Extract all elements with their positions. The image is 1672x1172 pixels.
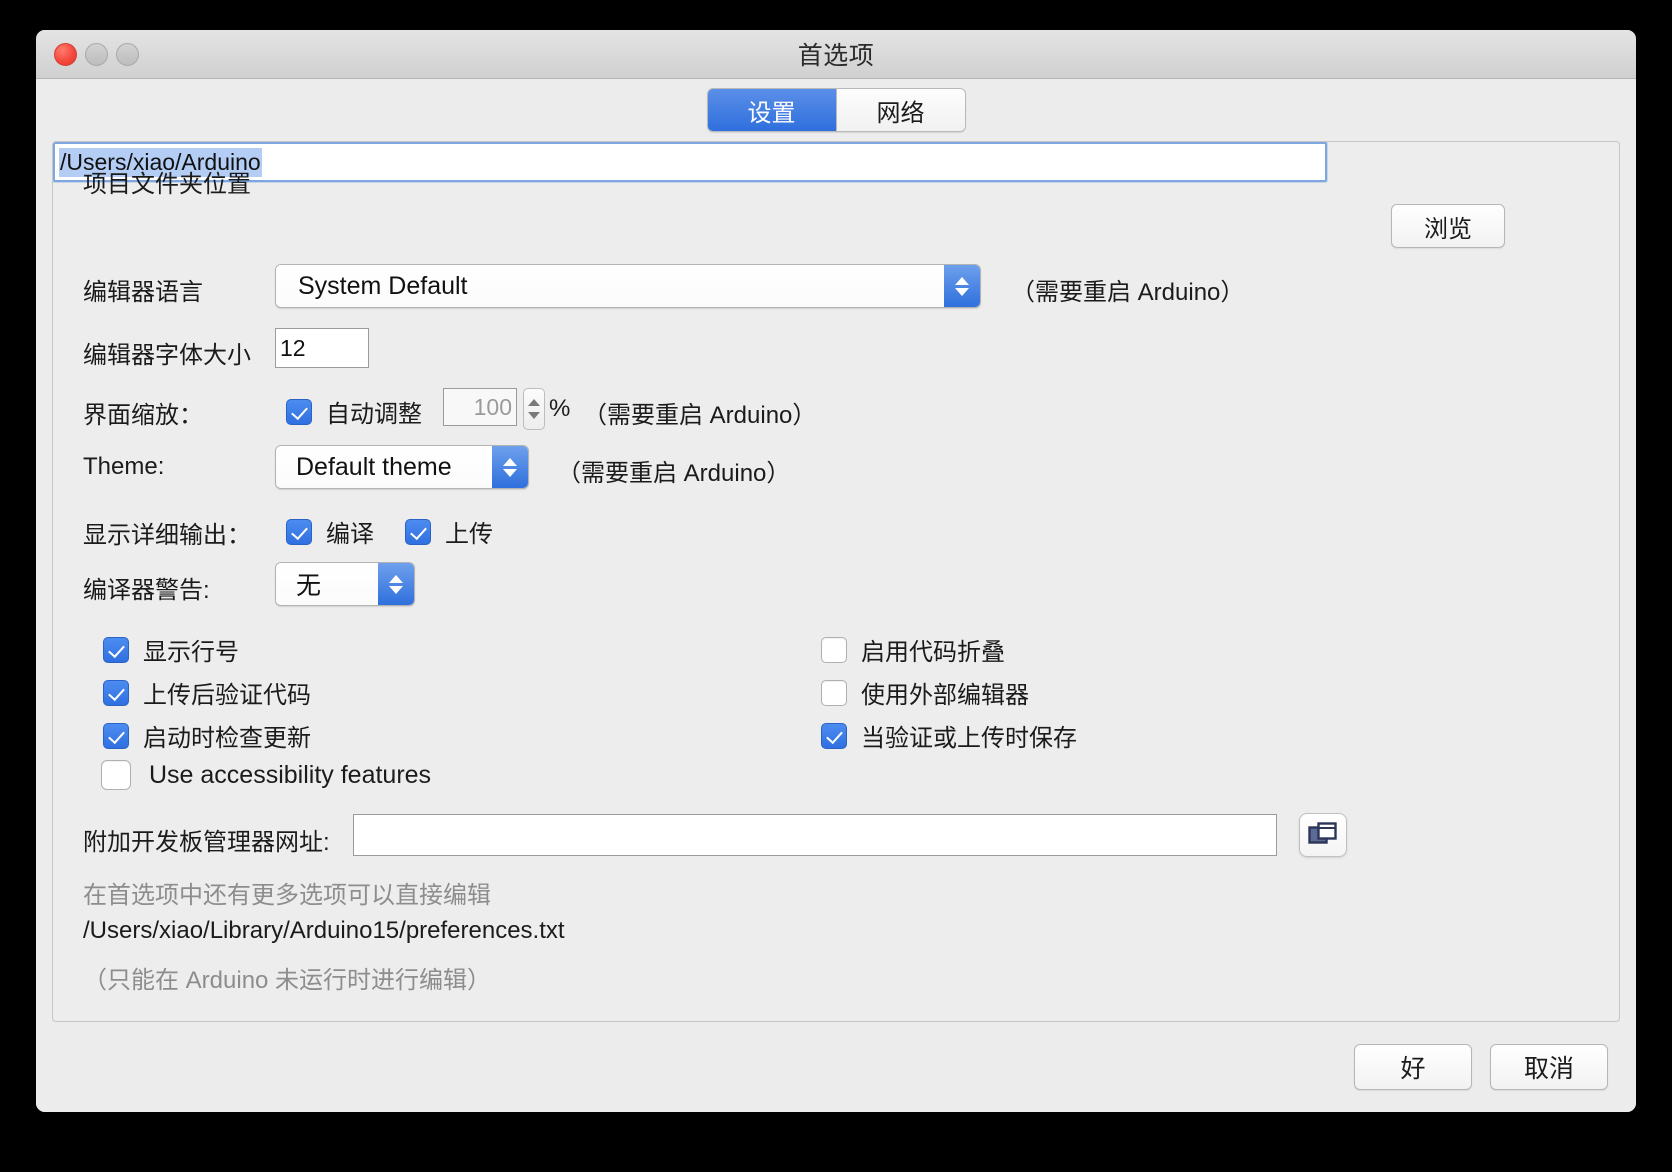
check-updates-on-startup-checkbox[interactable] [103,722,129,749]
verbose-output-label: 显示详细输出： [83,522,251,549]
editor-language-label: 编辑器语言 [83,279,203,306]
interface-scale-label: 界面缩放： [83,402,203,429]
show-line-numbers-row[interactable]: 显示行号 [103,632,239,667]
check-updates-on-startup-row[interactable]: 启动时检查更新 [103,718,311,753]
tab-bar: 设置 网络 [36,79,1636,141]
window-title: 首选项 [797,42,875,70]
footer-line3: （只能在 Arduino 未运行时进行编辑） [83,967,492,994]
save-on-verify-upload-checkbox[interactable] [821,722,847,749]
theme-value: Default theme [276,446,492,488]
board-urls-label-row: 附加开发板管理器网址: [83,822,330,857]
compiler-warnings-select[interactable]: 无 [275,562,415,606]
auto-scale-checkbox[interactable] [286,398,312,425]
enable-code-folding-label: 启用代码折叠 [861,639,1005,666]
segmented-control: 设置 网络 [706,88,966,132]
verbose-upload-row[interactable]: 上传 [405,514,493,549]
save-on-verify-upload-label: 当验证或上传时保存 [861,725,1077,752]
check-updates-on-startup-label: 启动时检查更新 [143,725,311,752]
verbose-compile-checkbox[interactable] [286,518,312,545]
theme-note: （需要重启 Arduino） [557,460,791,487]
editor-font-size-label: 编辑器字体大小 [83,342,251,369]
theme-label: Theme: [83,453,165,480]
save-on-verify-upload-row[interactable]: 当验证或上传时保存 [821,718,1077,753]
compiler-warnings-label-row: 编译器警告: [83,570,210,605]
scale-percent-value: 100 [473,393,512,420]
enable-code-folding-row[interactable]: 启用代码折叠 [821,632,1005,667]
minimize-button[interactable] [85,42,108,66]
show-line-numbers-label: 显示行号 [143,639,239,666]
board-urls-input[interactable] [353,814,1277,856]
verbose-output-label-row: 显示详细输出： [83,515,251,550]
editor-language-row: 编辑器语言 [83,272,273,307]
tab-settings[interactable]: 设置 [707,89,836,131]
windows-icon [1308,822,1337,844]
sketchbook-label-row: 项目文件夹位置 [83,164,251,199]
compiler-warnings-value: 无 [276,563,378,605]
verify-after-upload-checkbox[interactable] [103,679,129,706]
editor-language-note: （需要重启 Arduino） [1011,279,1245,306]
chevron-updown-icon [378,563,414,605]
accessibility-row[interactable]: Use accessibility features [101,760,431,790]
compiler-warnings-label: 编译器警告: [83,577,210,604]
open-board-urls-button[interactable] [1299,813,1347,857]
accessibility-checkbox[interactable] [101,760,131,790]
dialog-buttons: 好 取消 [36,1022,1636,1112]
verbose-compile-label: 编译 [326,521,374,548]
close-button[interactable] [54,42,77,66]
browse-button[interactable]: 浏览 [1391,204,1505,248]
show-line-numbers-checkbox[interactable] [103,636,129,663]
ok-button[interactable]: 好 [1354,1044,1472,1090]
chevron-updown-icon [492,446,528,488]
settings-panel: 项目文件夹位置 /Users/xiao/Arduino 浏览 编辑器语言 Sys… [52,141,1620,1022]
editor-font-size-row: 编辑器字体大小 [83,335,251,370]
auto-scale-checkbox-row[interactable]: 自动调整 [286,394,422,429]
verbose-upload-label: 上传 [445,521,493,548]
editor-font-size-value: 12 [280,334,306,361]
scale-percent-stepper[interactable] [523,388,545,430]
tab-network[interactable]: 网络 [835,89,965,131]
interface-scale-note: （需要重启 Arduino） [583,402,817,429]
verbose-upload-checkbox[interactable] [405,518,431,545]
use-external-editor-checkbox[interactable] [821,679,847,706]
footer-line1: 在首选项中还有更多选项可以直接编辑 [83,882,491,909]
editor-font-size-input[interactable]: 12 [275,328,369,368]
window-titlebar: 首选项 [36,30,1636,79]
chevron-updown-icon [944,265,980,307]
enable-code-folding-checkbox[interactable] [821,636,847,663]
interface-scale-label-row: 界面缩放： [83,395,203,430]
board-urls-label: 附加开发板管理器网址: [83,829,330,856]
verify-after-upload-row[interactable]: 上传后验证代码 [103,675,311,710]
editor-language-value: System Default [276,265,944,307]
cancel-button[interactable]: 取消 [1490,1044,1608,1090]
preferences-window: 首选项 设置 网络 项目文件夹位置 /Users/xiao/Arduino 浏览… [36,30,1636,1112]
accessibility-label: Use accessibility features [149,760,432,789]
use-external-editor-row[interactable]: 使用外部编辑器 [821,675,1029,710]
verbose-compile-row[interactable]: 编译 [286,514,374,549]
editor-language-select[interactable]: System Default [275,264,981,308]
theme-label-row: Theme: [83,453,164,481]
scale-percent-input[interactable]: 100 [443,388,517,426]
theme-select[interactable]: Default theme [275,445,529,489]
auto-scale-label: 自动调整 [326,401,422,428]
footer-preferences-path: /Users/xiao/Library/Arduino15/preference… [83,917,565,944]
sketchbook-label: 项目文件夹位置 [83,171,251,198]
traffic-lights [54,42,139,66]
use-external-editor-label: 使用外部编辑器 [861,682,1029,709]
verify-after-upload-label: 上传后验证代码 [143,682,311,709]
percent-symbol: % [549,395,571,422]
zoom-button[interactable] [116,42,139,66]
